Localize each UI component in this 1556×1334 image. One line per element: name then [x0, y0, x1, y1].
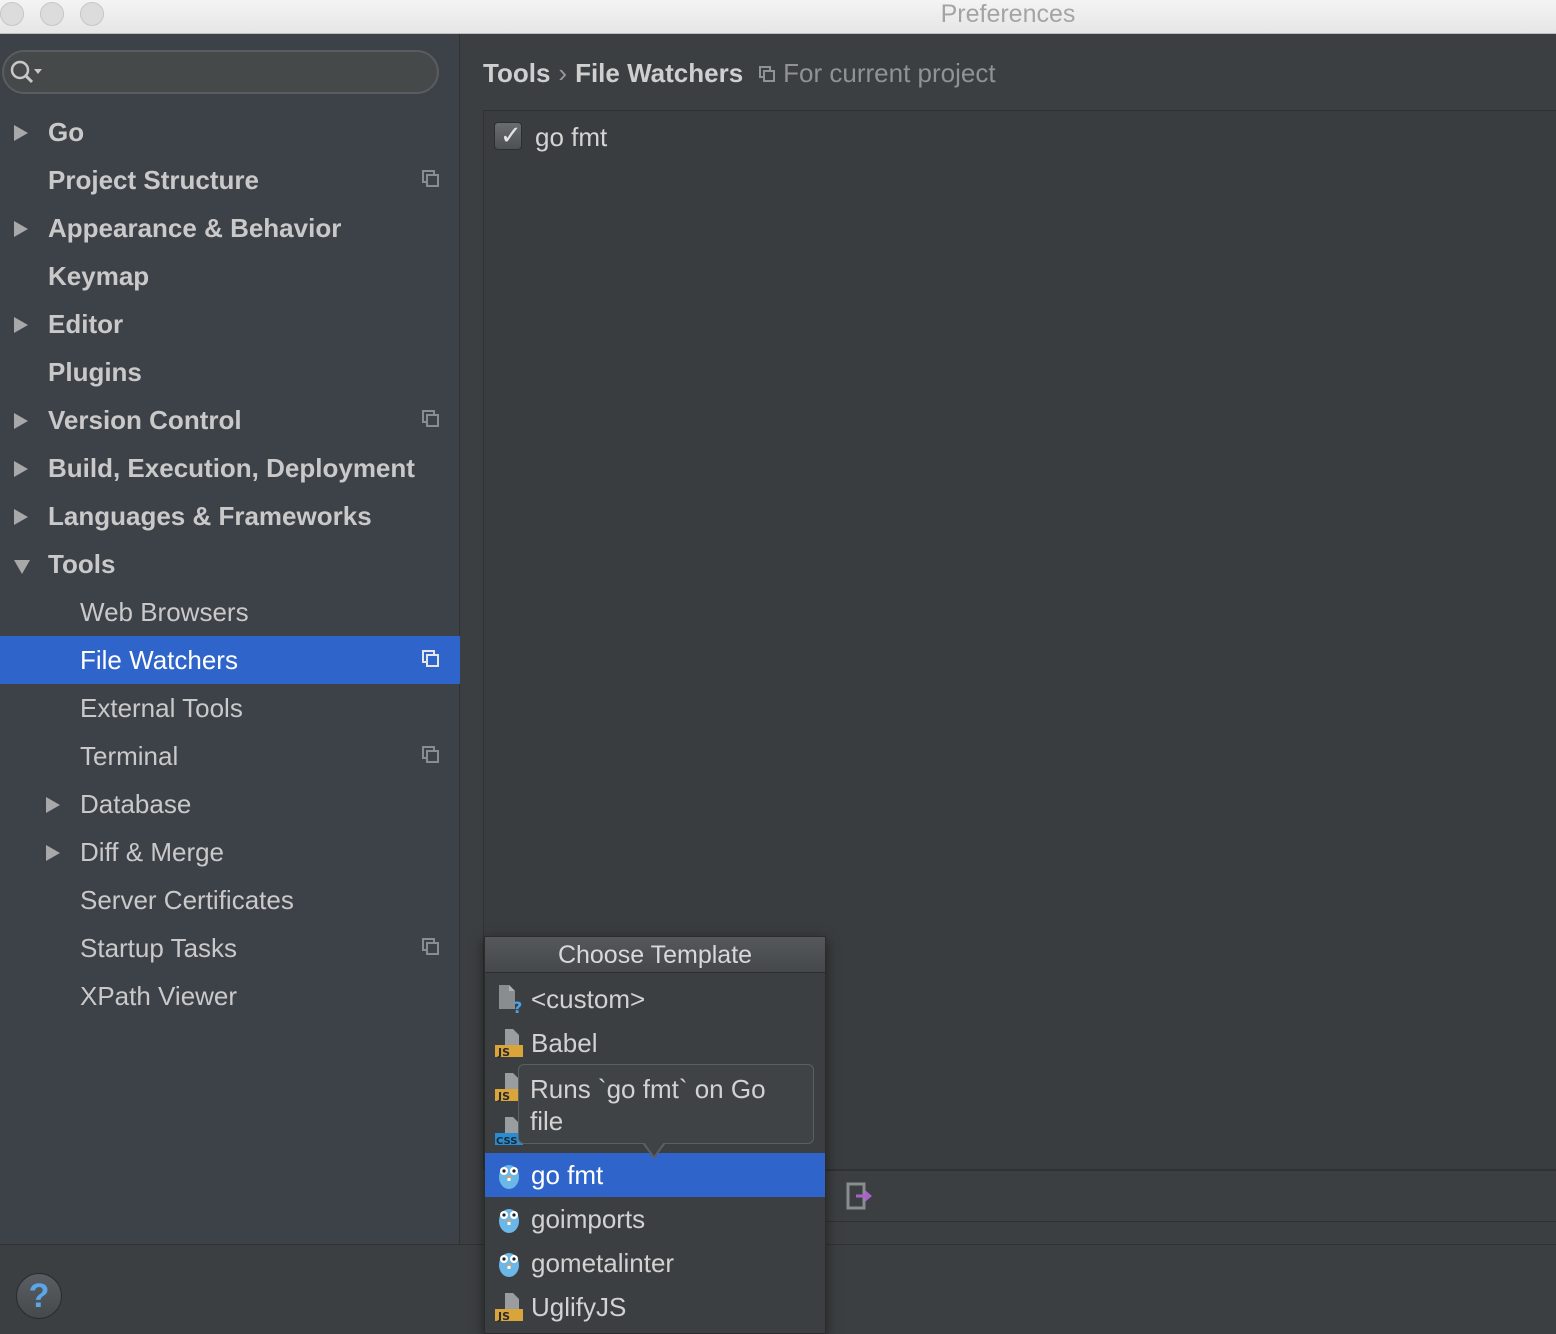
template-option[interactable]: JS Babel: [485, 1021, 825, 1065]
sidebar-item[interactable]: Go: [0, 108, 460, 156]
search-input[interactable]: [2, 50, 439, 94]
sidebar-item-label: Project Structure: [48, 165, 259, 195]
project-scope-icon: [422, 650, 440, 668]
import-icon[interactable]: [846, 1181, 872, 1211]
search-icon: [10, 60, 42, 84]
js-file-icon: JS: [493, 1291, 525, 1323]
js-file-icon: JS: [493, 1027, 525, 1059]
gopher-icon: [493, 1247, 525, 1279]
breadcrumb: Tools › File Watchers For current project: [483, 56, 996, 90]
sidebar-item-label: Terminal: [80, 741, 179, 771]
sidebar-item-label: XPath Viewer: [80, 981, 238, 1011]
template-option[interactable]: JS UglifyJS: [485, 1285, 825, 1329]
watcher-enabled-checkbox[interactable]: ✓: [494, 120, 522, 150]
sidebar-item[interactable]: Appearance & Behavior: [0, 204, 460, 252]
sidebar-item[interactable]: Build, Execution, Deployment: [0, 444, 460, 492]
sidebar-item[interactable]: File Watchers: [0, 636, 460, 684]
sidebar-item[interactable]: XPath Viewer: [0, 972, 460, 1020]
popup-title: Choose Template: [485, 937, 825, 973]
sidebar-item[interactable]: Database: [0, 780, 460, 828]
gopher-icon: [493, 1159, 525, 1191]
sidebar-item[interactable]: External Tools: [0, 684, 460, 732]
collapsed-arrow-icon[interactable]: [14, 461, 28, 477]
template-option[interactable]: gometalinter: [485, 1241, 825, 1285]
sidebar-item-label: Database: [80, 789, 192, 819]
tooltip-line-2: file: [530, 1106, 564, 1136]
sidebar-item[interactable]: Version Control: [0, 396, 460, 444]
sidebar-item[interactable]: Keymap: [0, 252, 460, 300]
project-scope-icon: [422, 410, 440, 428]
sidebar-item[interactable]: Tools: [0, 540, 460, 588]
sidebar-item[interactable]: Startup Tasks: [0, 924, 460, 972]
sidebar-item-label: File Watchers: [80, 645, 238, 675]
sidebar-item-label: Web Browsers: [80, 597, 249, 627]
watchers-toolbar: [826, 1170, 1556, 1222]
breadcrumb-separator: ›: [558, 58, 568, 88]
sidebar-item[interactable]: Diff & Merge: [0, 828, 460, 876]
collapsed-arrow-icon[interactable]: [14, 413, 28, 429]
sidebar-item[interactable]: Editor: [0, 300, 460, 348]
collapsed-arrow-icon[interactable]: [14, 317, 28, 333]
sidebar-item-label: Appearance & Behavior: [48, 213, 342, 243]
template-option[interactable]: ? <custom>: [485, 977, 825, 1021]
collapsed-arrow-icon[interactable]: [14, 509, 28, 525]
svg-text:JS: JS: [497, 1046, 510, 1059]
checkmark-icon: ✓: [500, 120, 522, 150]
template-tooltip: Runs `go fmt` on Go file: [518, 1064, 814, 1159]
sidebar-item-label: Server Certificates: [80, 885, 294, 915]
sidebar-item[interactable]: Languages & Frameworks: [0, 492, 460, 540]
project-scope-icon: [422, 170, 440, 188]
scope-label: For current project: [783, 58, 996, 88]
sidebar-item-label: Keymap: [48, 261, 150, 291]
sidebar-item[interactable]: Plugins: [0, 348, 460, 396]
template-option-label: UglifyJS: [531, 1292, 627, 1322]
sidebar-item-label: Languages & Frameworks: [48, 501, 372, 531]
expanded-arrow-icon[interactable]: [14, 560, 30, 574]
breadcrumb-parent[interactable]: Tools: [483, 58, 550, 88]
collapsed-arrow-icon[interactable]: [14, 221, 28, 237]
window-title: Preferences: [940, 0, 1076, 28]
svg-text:JS: JS: [497, 1310, 510, 1323]
svg-text:?: ?: [513, 998, 522, 1015]
sidebar-item[interactable]: Terminal: [0, 732, 460, 780]
sidebar-item-label: Startup Tasks: [80, 933, 238, 963]
sidebar-item-label: External Tools: [80, 693, 243, 723]
template-option-label: gometalinter: [531, 1248, 675, 1278]
sidebar-item-label: Editor: [48, 309, 124, 339]
sidebar-item-label: Go: [48, 117, 85, 147]
collapsed-arrow-icon[interactable]: [14, 125, 28, 141]
collapsed-arrow-icon[interactable]: [46, 845, 60, 861]
template-option-label: Babel: [531, 1028, 598, 1058]
template-option-label: goimports: [531, 1204, 646, 1234]
breadcrumb-current: File Watchers: [575, 58, 744, 88]
sidebar-item-label: Version Control: [48, 405, 242, 435]
watcher-name: go fmt: [535, 122, 608, 152]
svg-text:JS: JS: [497, 1090, 510, 1103]
sidebar-item-label: Tools: [48, 549, 116, 579]
sidebar-item[interactable]: Web Browsers: [0, 588, 460, 636]
template-option[interactable]: goimports: [485, 1197, 825, 1241]
sidebar-item-label: Plugins: [48, 357, 142, 387]
template-option-label: go fmt: [531, 1160, 604, 1190]
title-bar: Preferences: [0, 0, 1556, 34]
settings-sidebar: Go Project Structure Appearance & Behavior…: [0, 34, 460, 1244]
tooltip-line-1: Runs `go fmt` on Go: [530, 1074, 766, 1104]
project-scope-icon: [422, 938, 440, 956]
project-scope-icon: [422, 746, 440, 764]
custom-file-icon: ?: [493, 983, 525, 1017]
help-button[interactable]: ?: [16, 1273, 62, 1319]
gopher-icon: [493, 1203, 525, 1235]
project-scope-icon: [759, 66, 777, 84]
template-option-label: <custom>: [531, 984, 646, 1014]
svg-text:CSS: CSS: [496, 1136, 517, 1147]
sidebar-item[interactable]: Project Structure: [0, 156, 460, 204]
template-option[interactable]: go fmt: [485, 1153, 825, 1197]
sidebar-item[interactable]: Server Certificates: [0, 876, 460, 924]
sidebar-item-label: Build, Execution, Deployment: [48, 453, 415, 483]
collapsed-arrow-icon[interactable]: [46, 797, 60, 813]
sidebar-item-label: Diff & Merge: [80, 837, 225, 867]
